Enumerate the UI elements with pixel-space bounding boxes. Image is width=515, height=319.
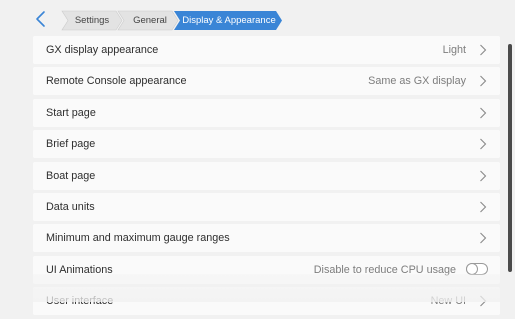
breadcrumb-label: General	[133, 15, 167, 26]
row-data-units[interactable]: Data units	[33, 192, 500, 221]
row-remote-console-appearance[interactable]: Remote Console appearance Same as GX dis…	[33, 67, 500, 96]
row-brief-page[interactable]: Brief page	[33, 130, 500, 159]
chevron-right-icon	[480, 44, 487, 56]
row-value: Disable to reduce CPU usage	[313, 263, 456, 276]
chevron-right-icon	[480, 295, 487, 307]
row-value: New UI	[430, 295, 466, 308]
row-label: Data units	[46, 200, 95, 213]
row-ui-animations[interactable]: UI Animations Disable to reduce CPU usag…	[33, 255, 500, 284]
settings-list: GX display appearance Light Remote Conso…	[33, 36, 500, 319]
row-label: Start page	[46, 106, 96, 119]
row-label: GX display appearance	[46, 44, 159, 56]
chevron-right-icon	[480, 201, 487, 213]
row-user-interface[interactable]: User interface New UI	[33, 287, 500, 316]
row-gauge-ranges[interactable]: Minimum and maximum gauge ranges	[33, 224, 500, 253]
toggle-knob	[466, 262, 478, 275]
breadcrumb-label: Display & Appearance	[182, 15, 276, 26]
row-label: Minimum and maximum gauge ranges	[46, 232, 230, 245]
breadcrumb-label: Settings	[74, 15, 110, 26]
header: Settings General Display & Appearance	[0, 0, 515, 36]
row-value: Same as GX display	[368, 75, 466, 88]
chevron-right-icon	[480, 170, 487, 181]
chevron-right-icon	[480, 76, 487, 87]
row-label: Brief page	[46, 138, 96, 151]
scrollbar[interactable]	[508, 44, 512, 272]
chevron-right-icon	[480, 107, 487, 119]
chevron-right-icon	[480, 232, 487, 244]
chevron-right-icon	[480, 138, 487, 150]
back-chevron-icon[interactable]	[34, 10, 48, 28]
breadcrumb-general[interactable]: General	[116, 10, 179, 31]
row-label: User interface	[46, 295, 114, 308]
row-boat-page[interactable]: Boat page	[33, 161, 500, 190]
row-label: UI Animations	[46, 263, 113, 276]
row-label: Boat page	[46, 169, 96, 182]
row-value: Light	[442, 44, 466, 56]
row-label: Remote Console appearance	[46, 75, 187, 88]
breadcrumb-display-appearance[interactable]: Display & Appearance	[172, 11, 282, 30]
row-gx-display-appearance[interactable]: GX display appearance Light	[33, 36, 500, 64]
ui-animations-toggle[interactable]	[466, 262, 488, 275]
row-start-page[interactable]: Start page	[33, 98, 500, 127]
breadcrumb-settings[interactable]: Settings	[60, 10, 123, 31]
